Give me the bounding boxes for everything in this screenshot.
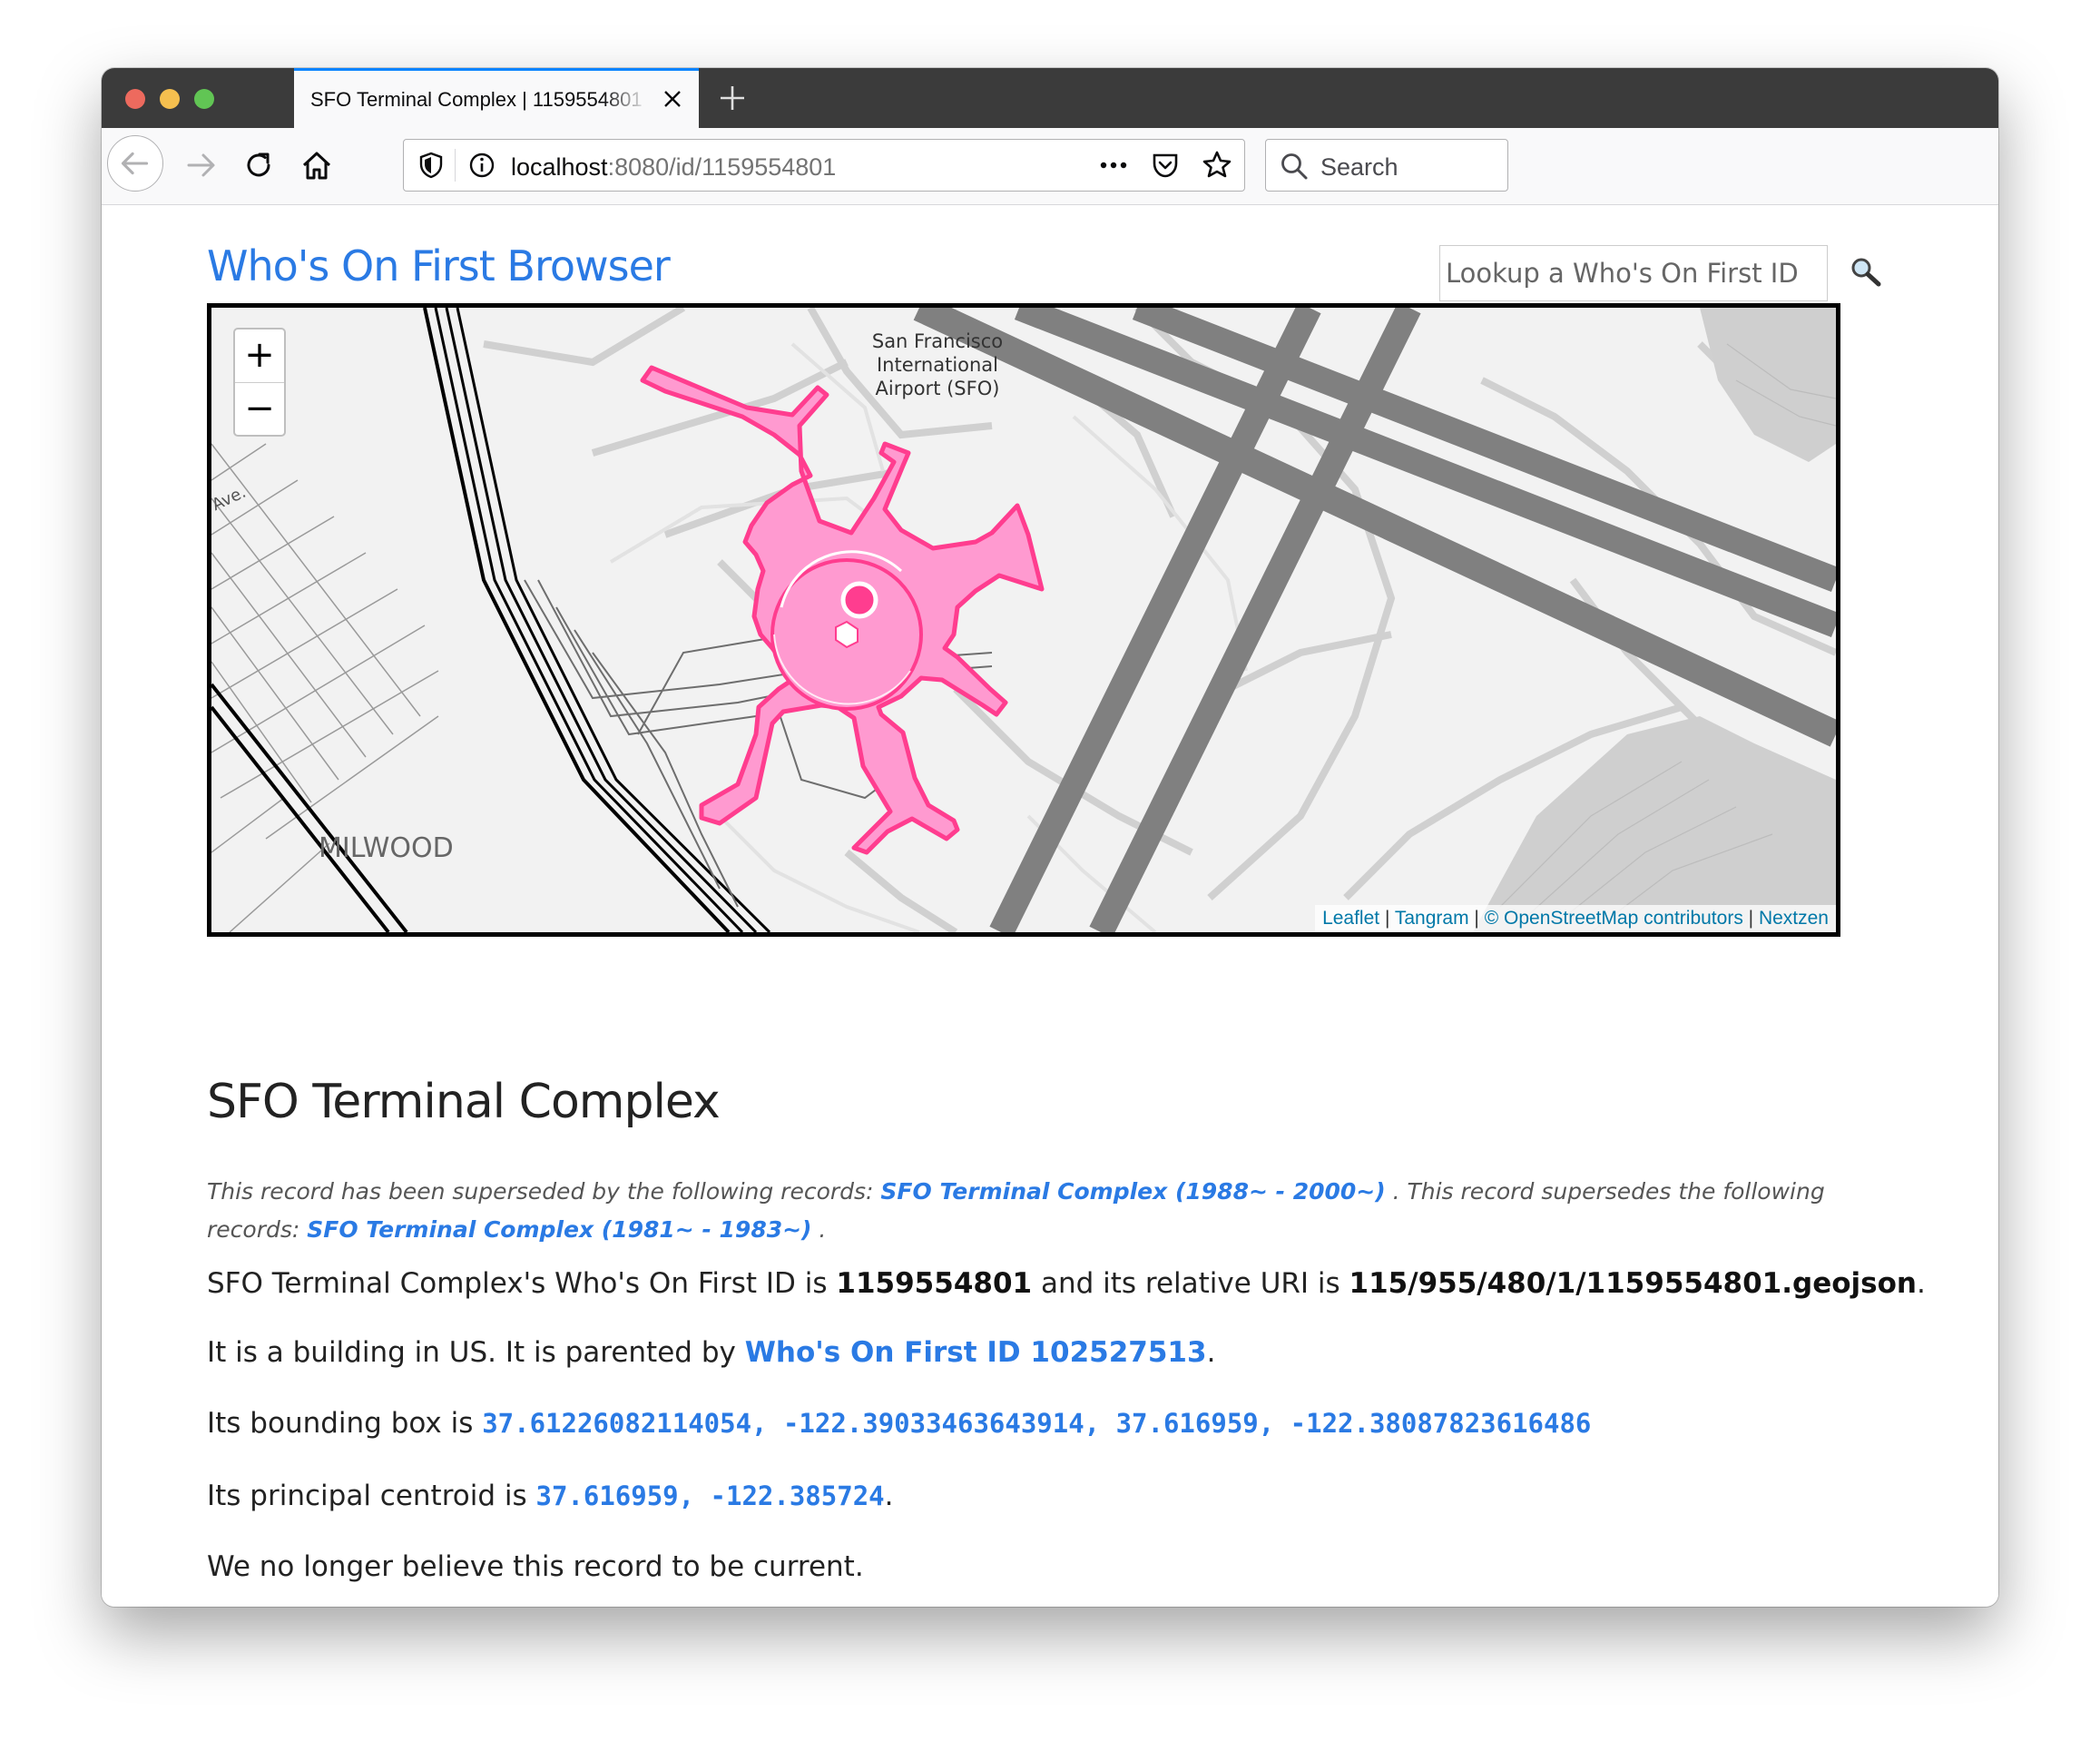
current-status-sentence: We no longer believe this record to be c… [207,1550,864,1583]
magnifier-icon[interactable] [1848,254,1884,290]
relative-uri: 115/955/480/1/1159554801.geojson [1349,1267,1917,1300]
browser-window: SFO Terminal Complex | 1159554801 localh… [102,68,1998,1607]
page-actions-icon[interactable] [1097,152,1130,178]
tab-title: SFO Terminal Complex | 1159554801 [310,88,643,111]
back-arrow-icon [121,152,149,175]
bookmark-star-icon[interactable] [1201,149,1233,182]
maximize-window-button[interactable] [194,89,214,109]
zoom-control: + − [233,328,286,437]
tab-title-fade [603,80,648,116]
search-bar-placeholder: Search [1320,153,1398,181]
centroid-sentence: Its principal centroid is 37.616959, -12… [207,1480,894,1512]
supersedes-link[interactable]: SFO Terminal Complex (1981~ - 1983~) [307,1216,811,1243]
zoom-out-button[interactable]: − [235,383,284,436]
tangram-link[interactable]: Tangram [1395,908,1469,929]
navigation-toolbar: localhost:8080/id/1159554801 Search [102,128,1998,205]
site-info-icon[interactable] [467,151,496,180]
nextzen-link[interactable]: Nextzen [1759,908,1829,929]
close-tab-icon[interactable] [661,87,684,111]
centroid-link[interactable]: 37.616959, -122.385724 [536,1480,885,1511]
url-bar[interactable]: localhost:8080/id/1159554801 [403,139,1245,192]
leaflet-link[interactable]: Leaflet [1322,908,1379,929]
osm-link[interactable]: © OpenStreetMap contributors [1485,908,1743,929]
airport-label: San Francisco International Airport (SFO… [871,330,1004,399]
map-tiles[interactable] [211,308,1836,932]
map[interactable]: San Francisco International Airport (SFO… [207,303,1840,937]
lookup-id-input[interactable] [1439,245,1828,301]
id-sentence: SFO Terminal Complex's Who's On First ID… [207,1267,1926,1300]
forward-arrow-icon[interactable] [183,148,218,182]
parent-id-link[interactable]: Who's On First ID 102527513 [745,1336,1207,1369]
close-window-button[interactable] [125,89,145,109]
page-content: Who's On First Browser Lookup a Who's On… [102,205,1998,1607]
tab-strip: SFO Terminal Complex | 1159554801 [102,68,1998,128]
attribution-separator: | [1742,908,1759,929]
url-text[interactable]: localhost:8080/id/1159554801 [511,153,836,182]
attribution-separator: | [1468,908,1485,929]
centroid-marker[interactable] [840,581,878,619]
home-icon[interactable] [299,148,334,182]
reload-icon[interactable] [241,148,276,182]
parent-sentence: It is a building in US. It is parented b… [207,1336,1216,1369]
new-tab-icon[interactable] [715,81,750,115]
url-separator [455,149,456,182]
zoom-in-button[interactable]: + [235,330,284,383]
attribution-separator: | [1379,908,1395,929]
map-attribution: Leaflet | Tangram | © OpenStreetMap cont… [1315,905,1836,932]
bbox-sentence: Its bounding box is 37.61226082114054, -… [207,1407,1592,1440]
search-icon [1281,153,1308,180]
site-title-link[interactable]: Who's On First Browser [207,241,671,290]
supersession-notice: This record has been superseded by the f… [207,1178,1825,1243]
minimize-window-button[interactable] [160,89,180,109]
wof-id: 1159554801 [836,1267,1033,1300]
tab-active[interactable]: SFO Terminal Complex | 1159554801 [294,68,699,128]
superseded-by-link[interactable]: SFO Terminal Complex (1988~ - 2000~) [880,1178,1385,1205]
tracking-protection-shield-icon[interactable] [417,151,446,180]
pocket-icon[interactable] [1150,150,1181,181]
neighborhood-label: MILWOOD [319,832,454,864]
back-button[interactable] [107,135,163,192]
search-bar[interactable]: Search [1265,139,1508,192]
bbox-link[interactable]: 37.61226082114054, -122.39033463643914, … [482,1408,1591,1439]
record-title: SFO Terminal Complex [207,1075,721,1129]
